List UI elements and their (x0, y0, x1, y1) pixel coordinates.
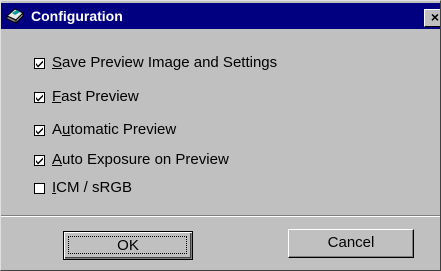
save-preview-label: Save Preview Image and Settings (52, 54, 278, 71)
cancel-button[interactable]: Cancel (288, 229, 414, 258)
ok-button-label: OK (117, 237, 139, 254)
checkmark-icon (36, 157, 43, 165)
ok-button[interactable]: OK (63, 231, 193, 260)
icm-srgb-checkbox[interactable] (34, 183, 45, 194)
icm-srgb-label: ICM / sRGB (52, 179, 133, 196)
automatic-preview-checkbox[interactable] (34, 125, 45, 136)
divider-highlight (1, 216, 440, 217)
title-bar[interactable]: Configuration × (1, 3, 440, 29)
auto-exposure-checkbox[interactable] (34, 155, 45, 166)
fast-preview-checkbox[interactable] (34, 92, 45, 103)
auto-exposure-label: Auto Exposure on Preview (52, 151, 229, 168)
window-title: Configuration (31, 8, 123, 24)
checkmark-icon (36, 94, 43, 102)
checkmark-icon (36, 60, 43, 68)
automatic-preview-label: Automatic Preview (52, 121, 177, 138)
close-icon: × (430, 9, 440, 25)
checkmark-icon (36, 127, 43, 135)
scanner-icon (6, 7, 25, 25)
cancel-button-label: Cancel (327, 234, 375, 251)
close-button[interactable]: × (424, 9, 440, 27)
save-preview-checkbox[interactable] (34, 58, 45, 69)
configuration-dialog: Configuration × Save Preview Image and S… (0, 0, 441, 271)
fast-preview-label: Fast Preview (52, 88, 139, 105)
